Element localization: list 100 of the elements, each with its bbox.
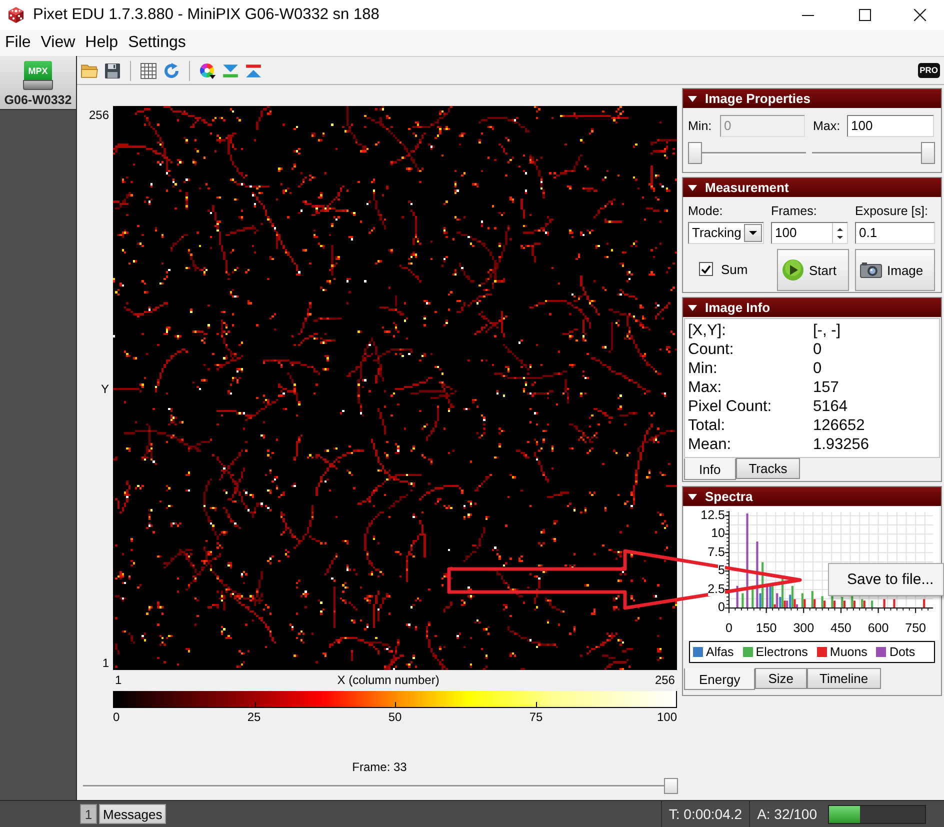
info-value: [-, -] (813, 322, 841, 340)
bar (853, 600, 856, 608)
bar (841, 596, 844, 608)
info-value: 126652 (813, 416, 865, 434)
info-label: Max: (688, 378, 723, 396)
spin-up-icon[interactable] (837, 228, 843, 230)
slider-thumb[interactable] (921, 142, 935, 164)
axis-tick-label: 600 (868, 621, 889, 635)
menu-item[interactable]: File (0, 30, 36, 56)
tab[interactable]: Info (684, 458, 736, 480)
tab[interactable]: Size (755, 668, 806, 689)
info-value: 157 (813, 378, 839, 396)
drive-badge: MPX (24, 61, 52, 80)
bar (851, 596, 854, 608)
folder-icon[interactable] (81, 62, 98, 78)
axis-tick-label: 256 (654, 672, 675, 686)
bar (871, 600, 874, 608)
axis-tick-label: 0 (726, 621, 732, 635)
tab[interactable]: Timeline (806, 668, 882, 689)
menu-item[interactable]: Settings (123, 30, 191, 56)
range-slider[interactable] (688, 142, 806, 164)
bar (811, 591, 814, 608)
window-title: Pixet EDU 1.7.3.880 - MiniPIX G06-W0332 sn 188 (33, 6, 380, 24)
range-slider[interactable] (812, 142, 935, 164)
max-field[interactable]: 100 (847, 115, 934, 137)
bar (801, 593, 804, 608)
bar (794, 599, 796, 608)
section-header[interactable]: Image Properties (683, 89, 941, 108)
axis-tick-label: 1 (115, 672, 122, 686)
color-wheel-icon[interactable] (199, 62, 216, 78)
exposure-field[interactable]: 0.1 (855, 222, 935, 244)
mode-dropdown[interactable]: Tracking (688, 222, 764, 244)
field-label: Max: (813, 119, 842, 133)
bar (789, 594, 792, 608)
bar (883, 599, 886, 608)
maximize-icon (859, 9, 871, 21)
field-label: Min: (688, 119, 713, 133)
play-icon (782, 259, 804, 281)
section-header[interactable]: Image Info (683, 298, 941, 317)
axis-tick-label: 0 (718, 600, 725, 614)
bar (769, 586, 772, 608)
section-header[interactable]: Measurement (683, 178, 941, 197)
menu-item[interactable]: Save to file... (829, 564, 943, 595)
down-triangle-icon[interactable] (222, 62, 239, 78)
slider-thumb[interactable] (664, 778, 678, 794)
axis-tick-label: 150 (756, 621, 777, 635)
info-label: Mean: (688, 436, 732, 454)
axis-tick-label: 7.5 (708, 544, 725, 559)
colorbar-tick-label: 100 (656, 710, 677, 724)
checkbox-label: Sum (721, 262, 748, 276)
info-label: Count: (688, 340, 735, 358)
info-value: 0 (813, 340, 822, 358)
info-label: Min: (688, 360, 718, 378)
bar (784, 600, 786, 608)
bar (759, 593, 762, 608)
colorbar-tick-label: 75 (529, 710, 543, 724)
field-label: Exposure [s]: (855, 204, 929, 219)
caret-icon (749, 231, 757, 235)
bar (742, 593, 744, 608)
info-label: Pixel Count: (688, 398, 773, 416)
colorbar-tick-label: 50 (388, 710, 402, 724)
menu-item[interactable]: Help (80, 30, 124, 56)
grid-icon[interactable] (140, 62, 157, 78)
checkbox[interactable] (699, 262, 713, 276)
tab[interactable]: Energy (684, 668, 756, 690)
info-value: 0 (813, 360, 822, 378)
frames-spinbox[interactable]: 100 (771, 222, 848, 244)
up-triangle-icon[interactable] (245, 62, 262, 78)
pro-badge: PRO (918, 63, 940, 78)
legend-label: Alfas (706, 645, 734, 659)
colorbar-tick-label: 25 (247, 710, 261, 724)
field-label: Frames: (771, 204, 818, 219)
bar (821, 596, 824, 608)
axis-tick-label: 5 (718, 563, 725, 578)
slider-thumb[interactable] (688, 142, 702, 164)
axis-tick-label: 12.5 (700, 508, 725, 522)
frame-slider[interactable] (83, 778, 678, 794)
colorbar-tick-label: 0 (113, 710, 120, 724)
section-header[interactable]: Spectra (683, 487, 941, 506)
axis-title: Y (100, 382, 109, 396)
menu-item[interactable]: View (36, 30, 80, 56)
cube-icon (7, 6, 25, 24)
bar (814, 599, 816, 608)
save-icon[interactable] (104, 62, 121, 78)
camera-icon (860, 262, 882, 278)
image-button[interactable]: Image (855, 249, 935, 291)
axis-tick-label: 10 (711, 526, 725, 540)
bar (843, 600, 846, 608)
info-value: 1.93256 (813, 436, 870, 454)
start-button[interactable]: Start (777, 249, 849, 291)
axis-tick-label: 750 (905, 621, 926, 635)
frame-label: Frame: 33 (352, 760, 407, 774)
device-tile[interactable]: MPX G06-W0332 (0, 56, 76, 110)
tab[interactable]: Tracks (736, 458, 800, 479)
axis-tick-label: 256 (88, 108, 109, 122)
messages-button[interactable]: Messages (99, 804, 166, 824)
message-count-badge: 1 (80, 804, 97, 824)
axis-tick-label: 1 (102, 656, 109, 670)
spin-down-icon[interactable] (837, 236, 843, 238)
refresh-icon[interactable] (163, 62, 180, 78)
